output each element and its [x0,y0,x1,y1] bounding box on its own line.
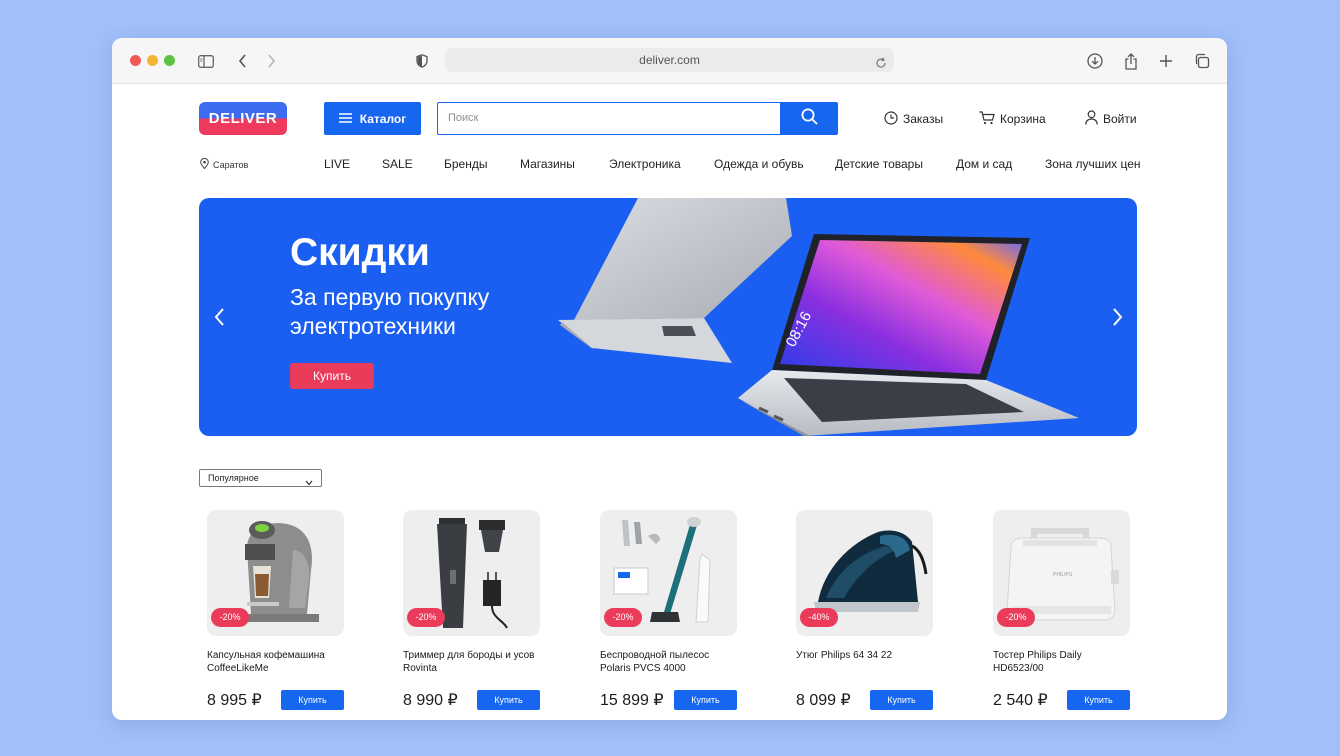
product-price: 15 899 ₽ [600,692,664,709]
discount-badge: -20% [997,608,1035,627]
back-icon[interactable] [232,50,254,72]
nav-item-home[interactable]: Дом и сад [956,157,1012,171]
url-text: deliver.com [639,53,700,67]
product-price: 8 995 ₽ [207,692,262,709]
nav-item-sale[interactable]: SALE [382,157,413,171]
address-bar[interactable]: deliver.com [445,48,894,72]
sort-selected-label: Популярное [208,473,259,483]
buy-button[interactable]: Купить [477,690,540,710]
discount-badge: -20% [211,608,249,627]
nav-item-electronics[interactable]: Электроника [609,157,681,171]
sort-select[interactable]: Популярное [199,469,322,487]
browser-toolbar: deliver.com [112,38,1227,84]
clock-icon [884,110,898,128]
product-image[interactable]: -40% [796,510,933,636]
laptop-illustration: 08:16 [558,198,1079,436]
product-image[interactable]: -20% [600,510,737,636]
search-icon [801,108,818,130]
reload-icon[interactable] [874,53,888,68]
minimize-window-button[interactable] [147,55,158,66]
browser-window: deliver.com DELIVER Каталог Поиск Заказы… [112,38,1227,720]
product-name[interactable]: Беспроводной пылесос Polaris PVCS 4000 [600,650,740,675]
buy-button[interactable]: Купить [870,690,933,710]
product-card[interactable]: -20% Беспроводной пылесос Polaris PVCS 4… [592,510,752,710]
discount-badge: -40% [800,608,838,627]
nav-item-shops[interactable]: Магазины [520,157,575,171]
location-selector[interactable]: Саратов [200,157,249,171]
user-icon [1085,110,1098,128]
product-name[interactable]: Утюг Philips 64 34 22 [796,650,936,663]
promo-banner[interactable]: Скидки За первую покупку электротехники … [199,198,1137,436]
shield-icon[interactable] [411,50,433,72]
svg-text:PHILIPS: PHILIPS [1053,572,1073,578]
cart-link[interactable]: Корзина [979,110,1046,128]
logo-text: DELIVER [208,110,278,127]
nav-item-brands[interactable]: Бренды [444,157,487,171]
orders-link[interactable]: Заказы [884,110,943,128]
search-button[interactable] [780,102,838,135]
menu-icon [338,112,352,126]
discount-badge: -20% [407,608,445,627]
sidebar-icon[interactable] [195,50,217,72]
product-card[interactable]: PHILIPS -20% Тостер Philips Daily HD6523… [985,510,1145,710]
cart-icon [979,110,995,128]
product-name[interactable]: Тостер Philips Daily HD6523/00 [993,650,1133,675]
buy-button[interactable]: Купить [1067,690,1130,710]
tabs-overview-icon[interactable] [1191,50,1213,72]
chevron-down-icon [305,475,313,491]
close-window-button[interactable] [130,55,141,66]
site-logo[interactable]: DELIVER [199,102,287,135]
product-card[interactable]: -20% Триммер для бороды и усов Rovinta 8… [395,510,555,710]
maximize-window-button[interactable] [164,55,175,66]
share-icon[interactable] [1120,50,1142,72]
forward-icon[interactable] [260,50,282,72]
product-card[interactable]: -20% Капсульная кофемашина CoffeeLikeMe … [199,510,359,710]
banner-buy-button[interactable]: Купить [290,363,374,389]
nav-item-kids[interactable]: Детские товары [835,157,923,171]
product-image[interactable]: -20% [207,510,344,636]
login-link[interactable]: Войти [1085,110,1137,128]
search-placeholder: Поиск [448,112,479,124]
catalog-button[interactable]: Каталог [324,102,421,135]
nav-item-live[interactable]: LIVE [324,157,350,171]
banner-next-icon[interactable] [1109,306,1125,328]
location-label: Саратов [213,159,249,170]
product-image[interactable]: -20% [403,510,540,636]
buy-button[interactable]: Купить [281,690,344,710]
product-price: 8 990 ₽ [403,692,458,709]
login-label: Войти [1103,112,1137,126]
buy-button[interactable]: Купить [674,690,737,710]
product-name[interactable]: Капсульная кофемашина CoffeeLikeMe [207,650,347,675]
orders-label: Заказы [903,112,944,126]
location-pin-icon [200,157,209,171]
banner-prev-icon[interactable] [212,306,228,328]
download-icon[interactable] [1084,50,1106,72]
banner-title: Скидки [290,231,430,274]
product-name[interactable]: Триммер для бороды и усов Rovinta [403,650,543,675]
banner-subtitle: За первую покупку электротехники [290,284,490,339]
cart-label: Корзина [1000,112,1046,126]
search-input[interactable]: Поиск [437,102,791,135]
product-image[interactable]: PHILIPS -20% [993,510,1130,636]
discount-badge: -20% [604,608,642,627]
catalog-label: Каталог [359,111,407,126]
product-price: 2 540 ₽ [993,692,1048,709]
nav-item-clothes[interactable]: Одежда и обувь [714,157,804,171]
product-price: 8 099 ₽ [796,692,851,709]
nav-item-best-prices[interactable]: Зона лучших цен [1045,157,1141,171]
new-tab-icon[interactable] [1155,50,1177,72]
product-card[interactable]: -40% Утюг Philips 64 34 22 8 099 ₽ Купит… [788,510,948,710]
